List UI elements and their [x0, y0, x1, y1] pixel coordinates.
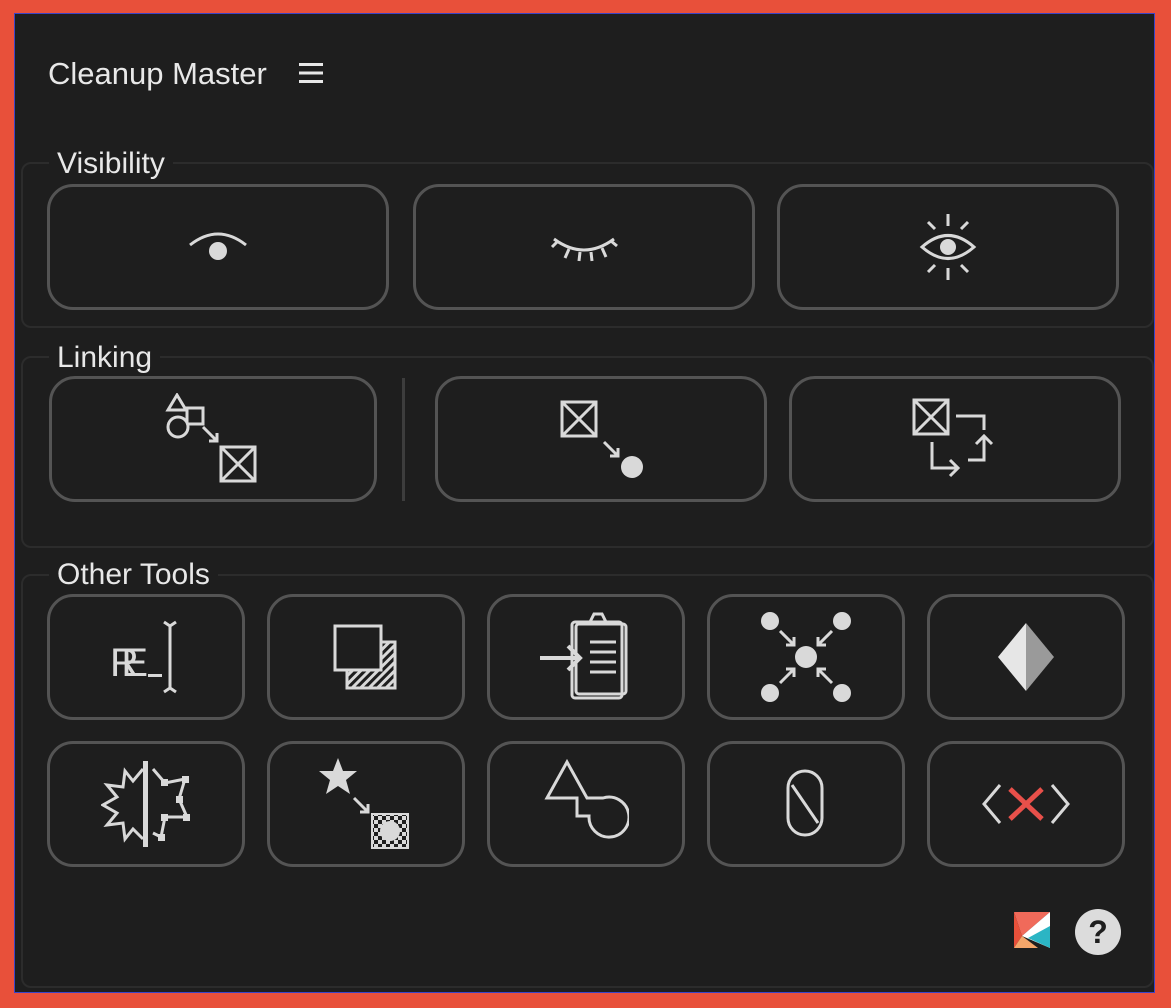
linking-separator — [402, 378, 405, 501]
rename-icon: RE — [110, 620, 177, 694]
matte-transfer-button[interactable] — [267, 741, 465, 867]
show-layers-button[interactable] — [47, 184, 389, 310]
eye-closed-icon — [550, 237, 618, 262]
shapes-outline-icon — [544, 758, 629, 839]
remove-expressions-button[interactable] — [927, 741, 1125, 867]
keyframe-diamond-icon — [998, 623, 1054, 691]
mask-button[interactable] — [707, 741, 905, 867]
delete-expression-icon — [982, 784, 1070, 824]
cleanup-master-panel: Cleanup Master Visibility Linking Other … — [14, 13, 1155, 993]
center-anchor-button[interactable] — [707, 594, 905, 720]
clipboard-import-icon — [540, 612, 628, 700]
eye-open-icon — [189, 232, 247, 260]
brand-logo-icon[interactable] — [1014, 912, 1050, 948]
help-button[interactable]: ? — [1075, 909, 1121, 955]
panel-title: Cleanup Master — [48, 56, 267, 91]
mask-oval-icon — [786, 769, 824, 837]
swap-parent-button[interactable] — [789, 376, 1121, 502]
svg-text:RE: RE — [110, 641, 148, 685]
keyframe-button[interactable] — [927, 594, 1125, 720]
paste-into-button[interactable] — [487, 594, 685, 720]
other-tools-section-label: Other Tools — [49, 558, 218, 592]
stacked-layers-icon — [333, 624, 397, 690]
null-to-layer-button[interactable] — [435, 376, 767, 502]
converge-points-icon — [761, 612, 851, 702]
precompose-button[interactable] — [267, 594, 465, 720]
shape-merge-button[interactable] — [487, 741, 685, 867]
rename-button[interactable]: RE — [47, 594, 245, 720]
eye-radiant-icon — [919, 214, 977, 280]
star-to-matte-icon — [319, 758, 409, 849]
null-cycle-icon — [912, 398, 994, 478]
shapes-to-null-icon — [165, 393, 257, 483]
hamburger-menu-icon[interactable] — [298, 60, 324, 86]
visibility-section-label: Visibility — [49, 147, 173, 181]
show-all-layers-button[interactable] — [777, 184, 1119, 310]
null-to-point-icon — [560, 400, 643, 478]
split-burst-icon — [101, 761, 190, 847]
split-shape-button[interactable] — [47, 741, 245, 867]
linking-section-label: Linking — [49, 341, 161, 375]
hide-layers-button[interactable] — [413, 184, 755, 310]
link-to-null-button[interactable] — [49, 376, 377, 502]
